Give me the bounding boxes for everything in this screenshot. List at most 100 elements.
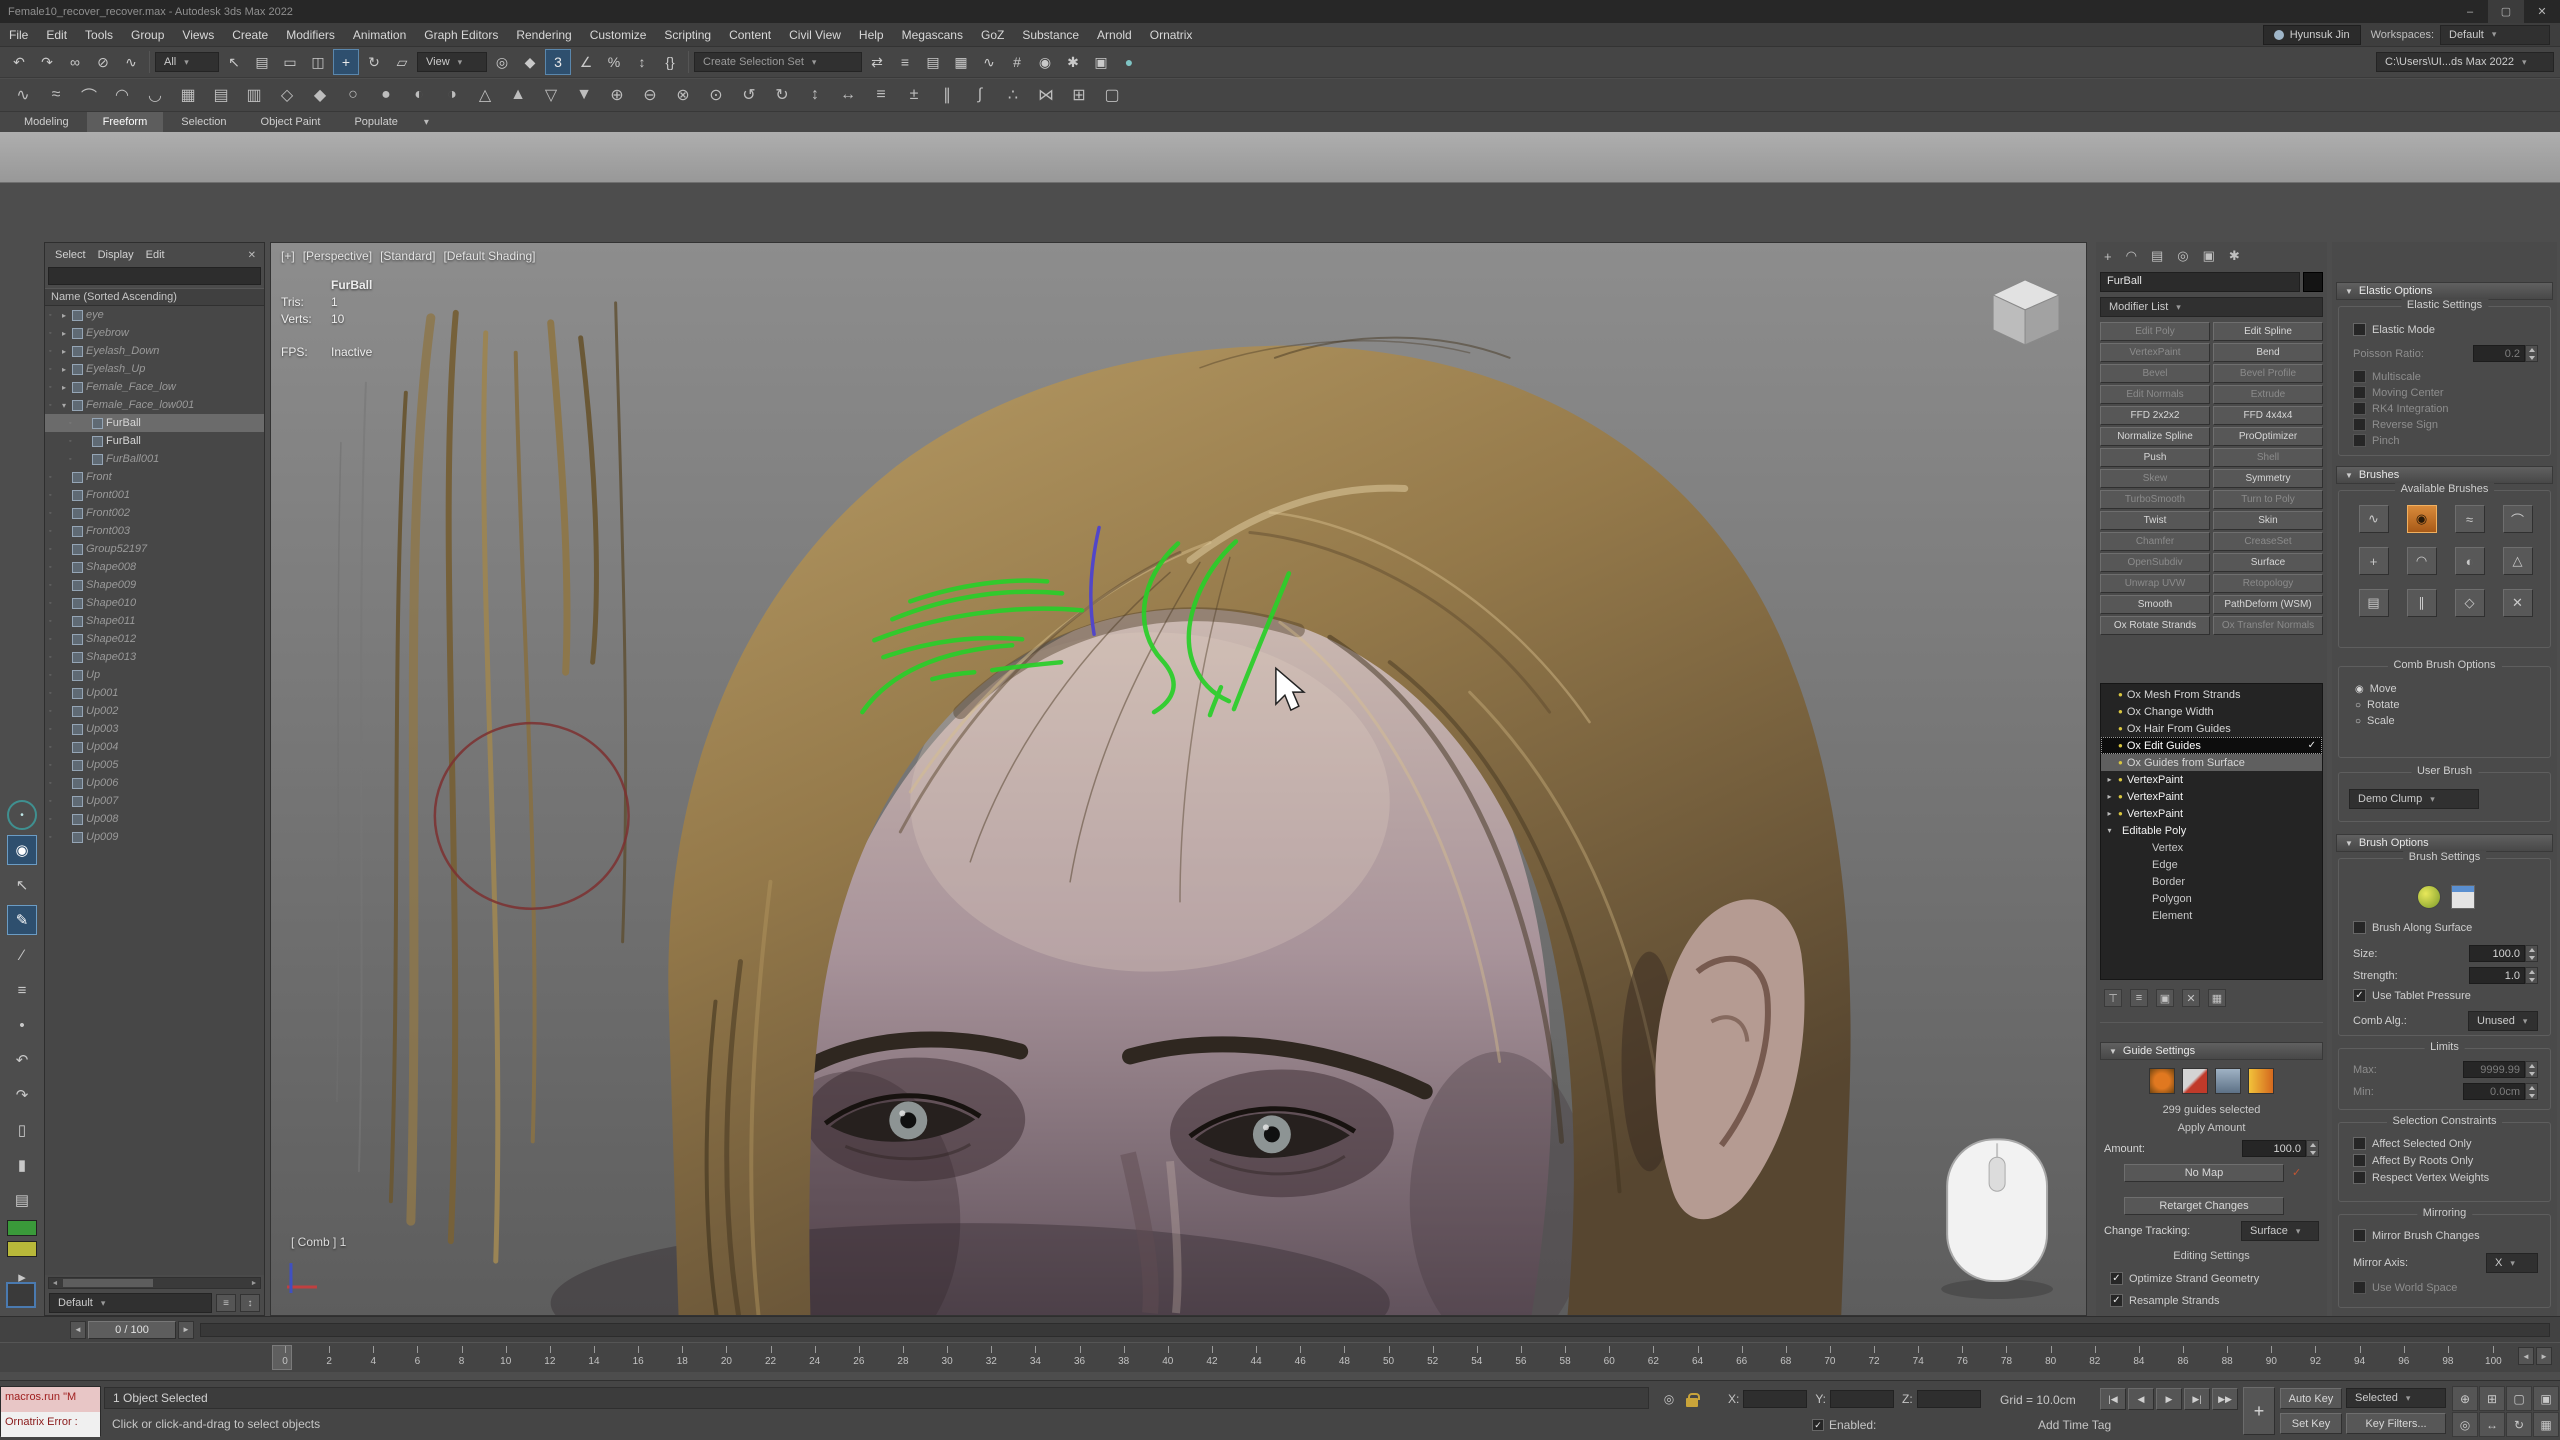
- configure-modifier-sets-icon[interactable]: ▦: [2208, 989, 2226, 1007]
- no-map-button[interactable]: No Map: [2124, 1164, 2284, 1182]
- brush-along-surface-checkbox[interactable]: Brush Along Surface: [2353, 921, 2472, 934]
- color-swatch-green[interactable]: [7, 1220, 37, 1236]
- scene-object-row[interactable]: ◦ Up003: [45, 720, 264, 738]
- pin-stack-icon[interactable]: ⊤: [2104, 989, 2122, 1007]
- constraint-checkbox[interactable]: Affect Selected Only: [2353, 1137, 2550, 1150]
- ornatrix-tool-icon[interactable]: ↔: [833, 80, 863, 110]
- motion-tab-icon[interactable]: ◎: [2177, 248, 2188, 264]
- explorer-horizontal-scrollbar[interactable]: ◄►: [48, 1277, 261, 1289]
- menu-item[interactable]: Rendering: [507, 23, 580, 46]
- menu-item[interactable]: Customize: [581, 23, 656, 46]
- modifier-stack-row[interactable]: ● Ox Mesh From Strands: [2101, 686, 2322, 703]
- ribbon-tab[interactable]: Populate: [338, 112, 413, 132]
- comb-brush-icon[interactable]: ✎: [7, 905, 37, 935]
- modifier-button[interactable]: Bevel: [2100, 364, 2210, 383]
- menu-item[interactable]: Group: [122, 23, 173, 46]
- auto-key-button[interactable]: Auto Key: [2280, 1388, 2342, 1409]
- ornatrix-tool-icon[interactable]: ◡: [140, 80, 170, 110]
- ornatrix-tool-icon[interactable]: ▲: [503, 80, 533, 110]
- ornatrix-tool-icon[interactable]: △: [470, 80, 500, 110]
- scene-object-row[interactable]: ◦ Shape011: [45, 612, 264, 630]
- modifier-button[interactable]: Retopology: [2213, 574, 2323, 593]
- ornatrix-tool-icon[interactable]: ∴: [998, 80, 1028, 110]
- scene-object-row[interactable]: ◦ Group52197: [45, 540, 264, 558]
- guide-brush-ramp-icon[interactable]: [2248, 1068, 2274, 1094]
- scene-object-row[interactable]: ◦ ▸ eye: [45, 306, 264, 324]
- select-and-link-icon[interactable]: ∞: [62, 49, 88, 75]
- scene-object-row[interactable]: ◦ Up: [45, 666, 264, 684]
- scene-object-row[interactable]: ◦ FurBall: [45, 432, 264, 450]
- brush-slot-6-icon[interactable]: ◠: [2407, 547, 2437, 575]
- ornatrix-tool-icon[interactable]: ⊞: [1064, 80, 1094, 110]
- menu-item[interactable]: Animation: [344, 23, 415, 46]
- menu-item[interactable]: Megascans: [893, 23, 972, 46]
- object-name-field[interactable]: FurBall: [2100, 272, 2300, 292]
- menu-item[interactable]: Ornatrix: [1141, 23, 1202, 46]
- ornatrix-tool-icon[interactable]: ▤: [206, 80, 236, 110]
- resample-strands-checkbox[interactable]: ✓Resample Strands: [2110, 1294, 2220, 1307]
- explorer-menu[interactable]: Edit: [140, 249, 171, 261]
- ornatrix-tool-icon[interactable]: ↕: [800, 80, 830, 110]
- ornatrix-tool-icon[interactable]: ≡: [866, 80, 896, 110]
- guides-visibility-eye-icon[interactable]: ◉: [7, 835, 37, 865]
- render-production-icon[interactable]: ●: [1116, 49, 1142, 75]
- create-selection-set-combo[interactable]: Create Selection Set: [694, 52, 862, 72]
- modifier-stack-row[interactable]: ● Ox Edit Guides ✓: [2101, 737, 2322, 754]
- ornatrix-tool-icon[interactable]: ⊗: [668, 80, 698, 110]
- brush-strength-field[interactable]: 1.0: [2469, 967, 2525, 984]
- menu-item[interactable]: Modifiers: [277, 23, 344, 46]
- layer-dropdown[interactable]: Default: [49, 1293, 212, 1313]
- ornatrix-tool-icon[interactable]: ●: [371, 80, 401, 110]
- modifier-stack-row[interactable]: ● Ox Guides from Surface: [2101, 754, 2322, 771]
- viewport-label-segment[interactable]: [Perspective]: [303, 249, 372, 263]
- isolate-selection-icon[interactable]: ◎: [1660, 1390, 1678, 1408]
- ornatrix-tool-icon[interactable]: ↺: [734, 80, 764, 110]
- track-bar[interactable]: 0246810121416182022242628303234363840424…: [0, 1342, 2560, 1372]
- scene-object-row[interactable]: ◦ FurBall: [45, 414, 264, 432]
- clear-map-icon[interactable]: ✓: [2292, 1166, 2301, 1179]
- scene-object-row[interactable]: ◦ ▸ Eyelash_Down: [45, 342, 264, 360]
- undo-icon[interactable]: ↶: [6, 49, 32, 75]
- object-color-swatch[interactable]: [2303, 272, 2323, 292]
- use-tablet-pressure-checkbox[interactable]: ✓Use Tablet Pressure: [2353, 989, 2471, 1002]
- redo-stroke-icon[interactable]: ↷: [7, 1080, 37, 1110]
- modifier-button[interactable]: Edit Normals: [2100, 385, 2210, 404]
- ornatrix-tool-icon[interactable]: ∥: [932, 80, 962, 110]
- brush-falloff-sphere-icon[interactable]: [2417, 885, 2441, 909]
- ornatrix-tool-icon[interactable]: ◐: [404, 80, 434, 110]
- perspective-viewport[interactable]: [+][Perspective][Standard][Default Shadi…: [270, 242, 2087, 1316]
- ornatrix-tool-icon[interactable]: ⋈: [1031, 80, 1061, 110]
- brush-slot-1-icon[interactable]: ∿: [2359, 505, 2389, 533]
- modifier-button[interactable]: VertexPaint: [2100, 343, 2210, 362]
- hierarchy-tab-icon[interactable]: ▤: [2151, 248, 2163, 264]
- scene-object-row[interactable]: ◦ Front003: [45, 522, 264, 540]
- ornatrix-tool-icon[interactable]: ⊖: [635, 80, 665, 110]
- mirror-icon[interactable]: ⇄: [864, 49, 890, 75]
- viewport-label-segment[interactable]: [Standard]: [380, 249, 435, 263]
- limit-min-field[interactable]: 0.0cm: [2463, 1083, 2525, 1100]
- elastic-option-checkbox[interactable]: RK4 Integration: [2353, 402, 2550, 415]
- user-brush-dropdown[interactable]: Demo Clump: [2349, 789, 2479, 809]
- modifier-button[interactable]: Extrude: [2213, 385, 2323, 404]
- comb-mode-radio[interactable]: ○Scale: [2355, 715, 2550, 727]
- ornatrix-tool-icon[interactable]: ⌒: [74, 80, 104, 110]
- modifier-button[interactable]: Bevel Profile: [2213, 364, 2323, 383]
- ornatrix-tool-icon[interactable]: ▼: [569, 80, 599, 110]
- mirror-axis-dropdown[interactable]: X: [2486, 1253, 2538, 1273]
- ribbon-options-icon[interactable]: ▾: [416, 112, 437, 132]
- workspace-dropdown[interactable]: Default: [2440, 25, 2550, 45]
- comb-tool-icon[interactable]: ≡: [7, 975, 37, 1005]
- modifier-enable-bulb-icon[interactable]: ●: [2118, 741, 2123, 750]
- elastic-option-checkbox[interactable]: Moving Center: [2353, 386, 2550, 399]
- elastic-option-checkbox[interactable]: Multiscale: [2353, 370, 2550, 383]
- go-to-end-button[interactable]: ▶▶: [2212, 1388, 2238, 1410]
- previous-frame-arrow[interactable]: ◄: [70, 1321, 86, 1339]
- material-editor-icon[interactable]: ◉: [1032, 49, 1058, 75]
- modifier-button[interactable]: Edit Poly: [2100, 322, 2210, 341]
- change-tracking-dropdown[interactable]: Surface: [2241, 1221, 2319, 1241]
- next-frame-arrow[interactable]: ►: [178, 1321, 194, 1339]
- brush-size-field[interactable]: 100.0: [2469, 945, 2525, 962]
- set-keys-button[interactable]: +: [2243, 1387, 2275, 1435]
- user-account-button[interactable]: Hyunsuk Jin: [2263, 25, 2361, 45]
- scene-object-row[interactable]: ◦ ▸ Female_Face_low: [45, 378, 264, 396]
